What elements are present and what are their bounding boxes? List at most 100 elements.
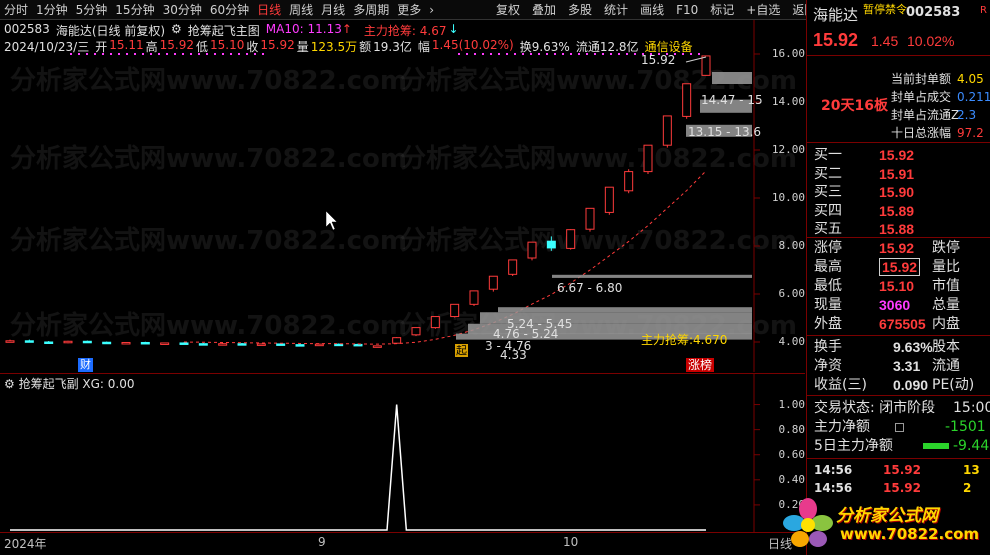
- period-tab[interactable]: 周线: [285, 1, 317, 19]
- candle-body[interactable]: [44, 341, 54, 344]
- y-tick-label: 14.00: [771, 95, 805, 108]
- candle-body[interactable]: [256, 343, 266, 346]
- candle-body[interactable]: [334, 343, 344, 347]
- candle-body[interactable]: [469, 290, 479, 305]
- stat-label: 十日总涨幅: [891, 126, 952, 140]
- tool-button[interactable]: 标记: [704, 1, 740, 19]
- order-book-row[interactable]: 买二 15.91: [807, 165, 990, 184]
- finance-label: PE(动): [932, 377, 975, 393]
- quote-label: 最低: [814, 278, 842, 294]
- candle-body[interactable]: [566, 229, 576, 249]
- book-label: 买三: [814, 184, 842, 200]
- candle-body[interactable]: [450, 303, 460, 318]
- support-band: [712, 72, 752, 84]
- logo-url: www.70822.com: [840, 525, 980, 543]
- main-chart[interactable]: 分析家公式网www.70822.com 分析家公式网www.70822.com …: [0, 20, 805, 372]
- candle-body[interactable]: [624, 171, 634, 192]
- period-tab[interactable]: 15分钟: [111, 1, 158, 19]
- finance-row: 净资 3.31 流通: [807, 357, 990, 376]
- tool-button[interactable]: 复权: [490, 1, 526, 19]
- tool-button[interactable]: 叠加: [526, 1, 562, 19]
- tool-button[interactable]: 统计: [598, 1, 634, 19]
- candle-body[interactable]: [411, 327, 421, 336]
- book-label: 买一: [814, 147, 842, 163]
- candle-body[interactable]: [160, 342, 170, 345]
- candle-body[interactable]: [237, 343, 247, 346]
- period-tab[interactable]: 60分钟: [206, 1, 253, 19]
- candle-body[interactable]: [24, 340, 34, 343]
- sub-y-tick-label: 1.00: [778, 397, 806, 411]
- finance-label: 净资: [814, 358, 842, 374]
- period-tab[interactable]: 更多: [393, 1, 425, 19]
- candle-body[interactable]: [82, 340, 92, 344]
- period-tab[interactable]: 分时: [0, 1, 32, 19]
- net-flow-row: 主力净额 -1501: [807, 418, 990, 437]
- candle-body[interactable]: [5, 340, 15, 343]
- candle-body[interactable]: [102, 341, 112, 345]
- sub-title[interactable]: 抢筹起飞副 XG: 0.00: [19, 377, 135, 391]
- period-tab[interactable]: 5分钟: [72, 1, 112, 19]
- candle-body[interactable]: [63, 340, 73, 344]
- amt-value: 19.3亿: [373, 40, 412, 54]
- price-change: 1.45: [871, 33, 899, 49]
- period-tab[interactable]: 月线: [317, 1, 349, 19]
- candle-body[interactable]: [488, 275, 498, 290]
- finance-badge[interactable]: 财: [78, 358, 93, 372]
- candle-body[interactable]: [430, 316, 440, 329]
- candle-body[interactable]: [276, 343, 286, 346]
- indicator-name[interactable]: 抢筹起飞主图: [188, 22, 260, 39]
- order-book-row[interactable]: 买四 15.89: [807, 202, 990, 221]
- period-tab[interactable]: 日线: [253, 1, 285, 19]
- candle-body[interactable]: [392, 337, 402, 344]
- gear-icon[interactable]: ⚙: [171, 22, 182, 39]
- arrow-up-icon: ↑: [341, 22, 352, 36]
- quote-row: 外盘 675505 内盘: [807, 315, 990, 334]
- candle-body[interactable]: [546, 240, 556, 249]
- quote-value: 15.10: [879, 278, 915, 294]
- candle-body[interactable]: [198, 343, 208, 346]
- zhangbang-badge[interactable]: 涨榜: [686, 358, 715, 372]
- order-book-row[interactable]: 买三 15.90: [807, 183, 990, 202]
- candle-body[interactable]: [314, 343, 324, 347]
- candle-body[interactable]: [295, 344, 305, 347]
- candle-body[interactable]: [218, 343, 228, 346]
- x-label-sep: 9: [318, 535, 326, 549]
- tool-button[interactable]: F10: [670, 1, 704, 19]
- low-value: 15.10: [209, 38, 245, 52]
- candle-body[interactable]: [643, 144, 653, 173]
- candle-body[interactable]: [179, 342, 189, 345]
- candle-body[interactable]: [372, 345, 382, 348]
- quote-label: 外盘: [814, 316, 842, 332]
- candle-body[interactable]: [701, 55, 711, 76]
- period-tab[interactable]: 1分钟: [32, 1, 72, 19]
- candle-body[interactable]: [140, 341, 150, 345]
- candle-body[interactable]: [508, 259, 518, 275]
- quote-label: 现量: [814, 297, 842, 313]
- tool-button[interactable]: +自选: [740, 1, 786, 19]
- chevron-right-icon[interactable]: ›: [425, 1, 438, 19]
- period-tab[interactable]: 30分钟: [159, 1, 206, 19]
- gear-icon[interactable]: ⚙: [4, 377, 15, 391]
- candle-body[interactable]: [121, 341, 131, 345]
- tick-row[interactable]: 14:56 15.92 13: [807, 461, 990, 480]
- candle-body[interactable]: [585, 207, 595, 230]
- zhuli-label: 主力抢筹: 4.67: [363, 24, 447, 38]
- period-tab[interactable]: 多周期: [349, 1, 393, 19]
- site-logo: 分析家公式网 www.70822.com: [778, 495, 990, 551]
- order-book-row[interactable]: 买一 15.92: [807, 146, 990, 165]
- tool-button[interactable]: 多股: [562, 1, 598, 19]
- candle-body[interactable]: [604, 186, 614, 213]
- y-tick-label: 4.00: [778, 335, 806, 348]
- divider: [807, 395, 990, 396]
- candle-body[interactable]: [682, 83, 692, 117]
- candle-body[interactable]: [662, 115, 672, 146]
- candle-body[interactable]: [527, 241, 537, 259]
- stat-row: 当前封单额 4.05: [807, 70, 990, 89]
- sub-chart[interactable]: ⚙ 抢筹起飞副 XG: 0.00 1.00 0.80 0.60 0.40 0.20: [0, 373, 805, 533]
- turnover: 换9.63%: [519, 40, 570, 54]
- ohlc-line: 2024/10/23/三 开 15.11 高 15.92 低 15.10 收 15.92…: [4, 38, 693, 55]
- table-icon[interactable]: [895, 423, 904, 432]
- x-label-year: 2024年: [4, 537, 47, 551]
- tool-button[interactable]: 画线: [634, 1, 670, 19]
- candle-body[interactable]: [353, 343, 363, 347]
